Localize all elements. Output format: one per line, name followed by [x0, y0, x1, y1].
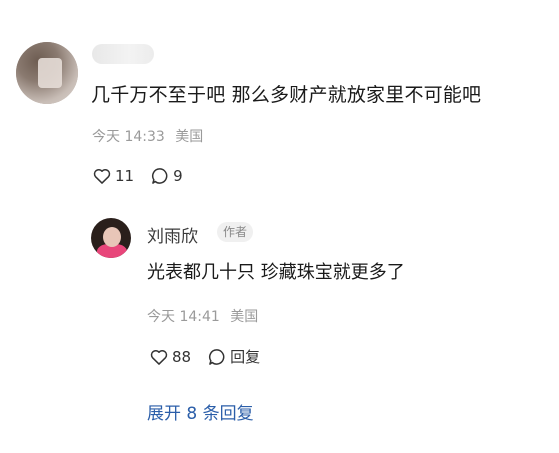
heart-icon: [150, 349, 168, 365]
reply-time: 今天 14:41: [147, 309, 220, 325]
reply-like-count: 88: [172, 347, 192, 366]
comment-time: 今天 14:33: [92, 129, 165, 145]
heart-icon: [93, 168, 111, 184]
comment-location: 美国: [175, 129, 204, 145]
reply-reply-label: 回复: [230, 348, 261, 366]
reply-reply-button[interactable]: 回复: [207, 346, 260, 367]
expand-replies-link[interactable]: 展开 8 条回复: [147, 399, 254, 424]
comment-text: 几千万不至于吧 那么多财产就放家里不可能吧: [91, 84, 482, 106]
reply-text: 光表都几十只 珍藏珠宝就更多了: [147, 262, 405, 283]
reply-meta: 今天 14:41 美国: [147, 306, 258, 326]
comment-meta: 今天 14:33 美国: [92, 126, 203, 146]
comment-bubble-icon: [209, 348, 225, 365]
avatar-face: [103, 227, 121, 247]
commenter-name-blurred[interactable]: [92, 44, 154, 64]
reply-username[interactable]: 刘雨欣: [147, 222, 198, 247]
comment-bubble-icon: [152, 168, 168, 184]
reply-avatar[interactable]: [91, 218, 131, 258]
comment-reply-button[interactable]: 9: [150, 166, 183, 186]
commenter-avatar[interactable]: [16, 42, 78, 104]
author-badge: 作者: [217, 222, 254, 242]
avatar-blur-patch: [38, 58, 62, 88]
comment-like-button[interactable]: 11: [92, 166, 134, 186]
like-count: 11: [115, 167, 135, 185]
reply-actions: 88 回复: [149, 346, 276, 367]
reply-count: 9: [173, 167, 183, 185]
reply-location: 美国: [230, 309, 259, 325]
reply-like-button[interactable]: 88: [149, 347, 191, 367]
comment-actions: 11 9: [92, 166, 199, 186]
